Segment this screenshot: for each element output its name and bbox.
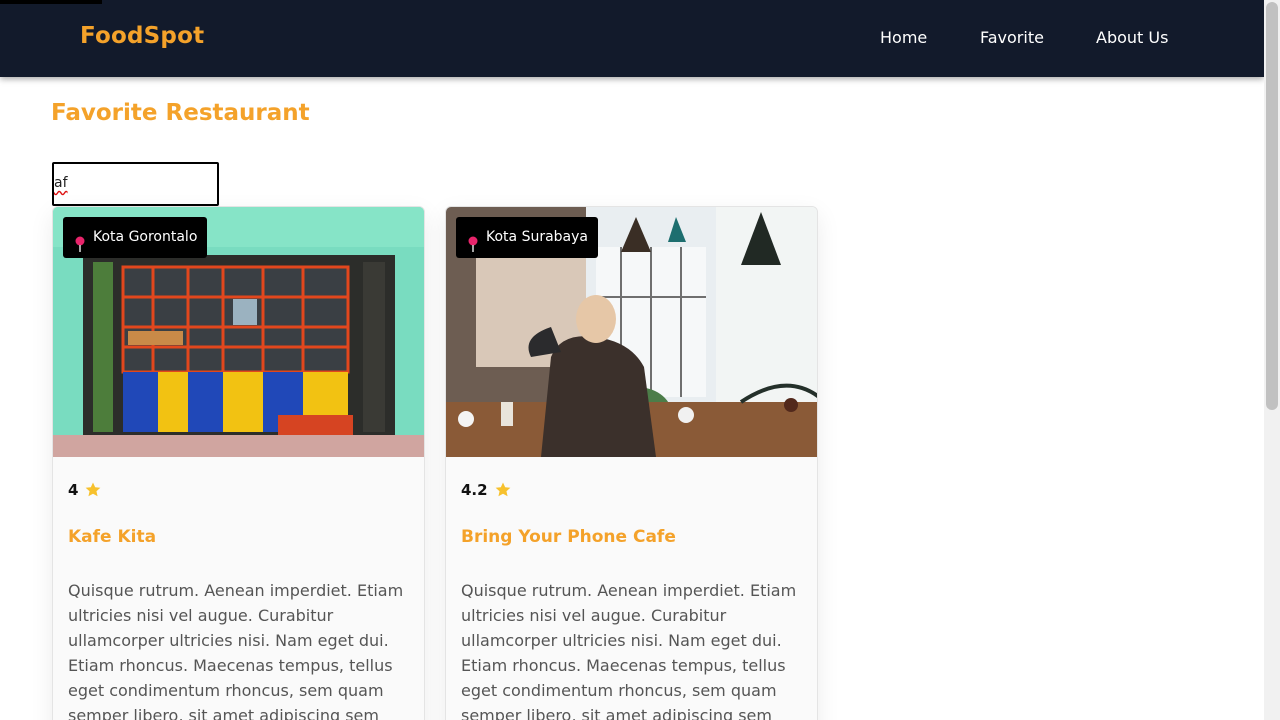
rating-value: 4.2 bbox=[461, 481, 488, 499]
location-badge: Kota Surabaya bbox=[456, 217, 598, 258]
restaurant-image: Kota Gorontalo bbox=[53, 207, 424, 457]
main-nav: Home Favorite About Us bbox=[0, 28, 1264, 52]
restaurant-image: Kota Surabaya bbox=[446, 207, 817, 457]
star-icon bbox=[494, 481, 512, 499]
scrollbar-thumb[interactable] bbox=[1266, 2, 1278, 410]
search-input[interactable] bbox=[52, 162, 219, 206]
restaurant-card[interactable]: Kota Surabaya 4.2 Bring Your Phone Cafe … bbox=[445, 206, 818, 720]
location-text: Kota Gorontalo bbox=[93, 229, 198, 245]
skip-link-strip bbox=[0, 0, 102, 4]
rating: 4 bbox=[68, 481, 102, 499]
restaurant-card[interactable]: Kota Gorontalo 4 Kafe Kita Quisque rutru… bbox=[52, 206, 425, 720]
location-text: Kota Surabaya bbox=[486, 229, 588, 245]
rating: 4.2 bbox=[461, 481, 512, 499]
location-badge: Kota Gorontalo bbox=[63, 217, 208, 258]
restaurant-name[interactable]: Bring Your Phone Cafe bbox=[461, 527, 676, 547]
nav-home-link[interactable]: Home bbox=[880, 28, 927, 47]
location-pin-icon bbox=[466, 229, 480, 252]
star-icon bbox=[84, 481, 102, 499]
app-header: FoodSpot Home Favorite About Us bbox=[0, 0, 1264, 77]
search-input-value: af bbox=[54, 175, 68, 191]
restaurant-description: Quisque rutrum. Aenean imperdiet. Etiam … bbox=[68, 581, 404, 720]
nav-favorite-link[interactable]: Favorite bbox=[980, 28, 1044, 47]
page-title: Favorite Restaurant bbox=[51, 100, 310, 126]
location-pin-icon bbox=[73, 229, 87, 252]
restaurant-name[interactable]: Kafe Kita bbox=[68, 527, 156, 547]
nav-about-link[interactable]: About Us bbox=[1096, 28, 1168, 47]
page-scrollbar[interactable] bbox=[1264, 0, 1280, 720]
restaurant-description: Quisque rutrum. Aenean imperdiet. Etiam … bbox=[461, 581, 797, 720]
rating-value: 4 bbox=[68, 481, 79, 499]
